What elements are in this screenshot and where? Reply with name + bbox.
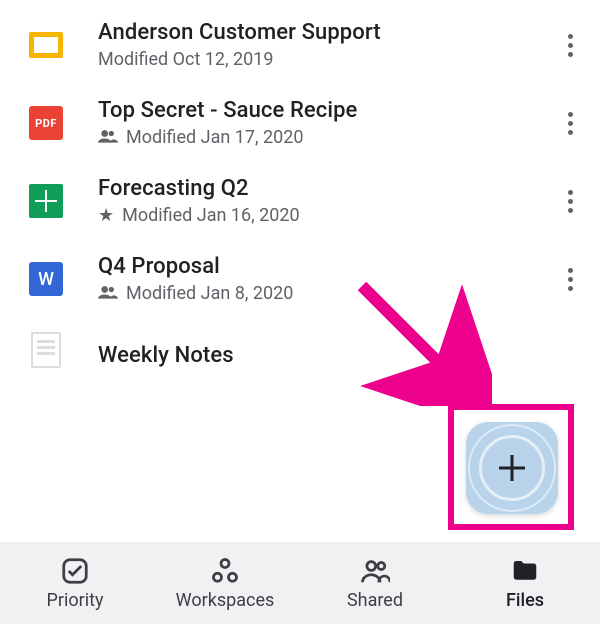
file-meta: ★ Modified Jan 16, 2020: [98, 205, 552, 226]
file-row[interactable]: Weekly Notes: [0, 318, 600, 368]
plus-icon: [499, 455, 525, 481]
file-icon-word: W: [28, 261, 64, 297]
file-title: Forecasting Q2: [98, 176, 552, 201]
shared-icon: [360, 556, 390, 586]
file-title: Top Secret - Sauce Recipe: [98, 98, 552, 123]
file-meta: Modified Jan 8, 2020: [98, 283, 552, 304]
file-icon-slides: [28, 27, 64, 63]
more-menu-button[interactable]: [552, 261, 588, 297]
file-info: Top Secret - Sauce Recipe Modified Jan 1…: [98, 98, 552, 148]
file-row[interactable]: Forecasting Q2 ★ Modified Jan 16, 2020: [0, 162, 600, 240]
file-icon-sheets: [28, 183, 64, 219]
file-meta-text: Modified Jan 8, 2020: [126, 283, 293, 304]
nav-label: Priority: [47, 590, 104, 611]
more-menu-button[interactable]: [552, 27, 588, 63]
more-menu-button[interactable]: [552, 183, 588, 219]
file-meta: Modified Oct 12, 2019: [98, 49, 552, 70]
workspaces-icon: [210, 556, 240, 586]
file-info: Weekly Notes: [98, 343, 588, 358]
create-new-fab[interactable]: [466, 422, 558, 514]
file-icon-pdf: PDF: [28, 105, 64, 141]
file-icon-docs: [28, 332, 64, 368]
file-title: Q4 Proposal: [98, 254, 552, 279]
file-meta-text: Modified Jan 17, 2020: [126, 127, 303, 148]
file-row[interactable]: W Q4 Proposal Modified Jan 8, 2020: [0, 240, 600, 318]
nav-label: Shared: [347, 590, 403, 611]
drive-screen: ★ Modified Nov 18, 2019 Anderson Custome…: [0, 0, 600, 624]
file-row[interactable]: Anderson Customer Support Modified Oct 1…: [0, 6, 600, 84]
nav-shared[interactable]: Shared: [300, 542, 450, 624]
file-info: Anderson Customer Support Modified Oct 1…: [98, 20, 552, 70]
nav-workspaces[interactable]: Workspaces: [150, 542, 300, 624]
shared-icon: [98, 127, 118, 148]
file-title: Weekly Notes: [98, 343, 588, 368]
more-menu-button[interactable]: [552, 105, 588, 141]
star-icon: ★: [98, 205, 114, 226]
file-title: Anderson Customer Support: [98, 20, 552, 45]
nav-label: Workspaces: [176, 590, 275, 611]
nav-priority[interactable]: Priority: [0, 542, 150, 624]
priority-icon: [60, 556, 90, 586]
file-info: Forecasting Q2 ★ Modified Jan 16, 2020: [98, 176, 552, 226]
file-row[interactable]: PDF Top Secret - Sauce Recipe Modified J…: [0, 84, 600, 162]
folder-icon: [510, 556, 540, 586]
bottom-nav: Priority Workspaces Shared Files: [0, 542, 600, 624]
shared-icon: [98, 283, 118, 304]
file-meta: Modified Jan 17, 2020: [98, 127, 552, 148]
file-meta-text: Modified Jan 16, 2020: [122, 205, 299, 226]
nav-label: Files: [506, 590, 544, 611]
file-meta-text: Modified Oct 12, 2019: [98, 49, 274, 70]
file-info: Q4 Proposal Modified Jan 8, 2020: [98, 254, 552, 304]
nav-files[interactable]: Files: [450, 542, 600, 624]
